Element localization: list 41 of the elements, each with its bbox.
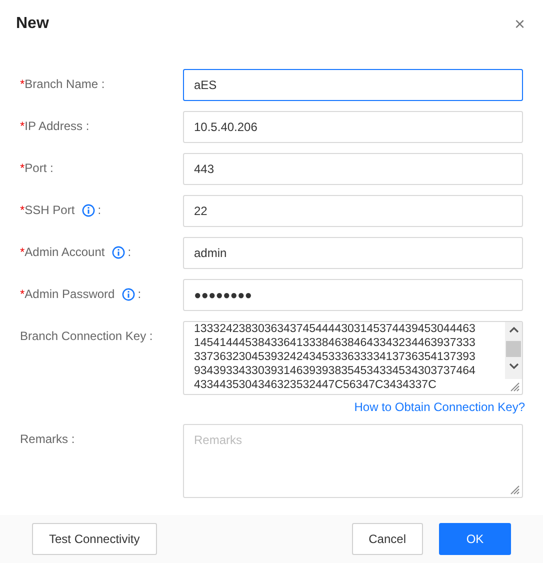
text-field[interactable]: 443 (183, 153, 523, 185)
connection-key-field[interactable] (183, 321, 523, 395)
info-icon[interactable] (112, 246, 125, 258)
required-mark: * (20, 202, 25, 219)
resize-handle-icon[interactable] (508, 380, 520, 392)
field-label: Remarks : (20, 431, 75, 448)
required-mark: * (20, 76, 25, 93)
primary-button[interactable]: OK (439, 523, 511, 555)
key-text: 13332423830363437454444303145374439453044463 14541444538433641333846384643343234463937333 33736323045393242434533363333413736354137393 93439334330393146393938354534334534303737464 4334435304346323532447C56347C3434337C (194, 322, 476, 392)
scroll-down-icon[interactable] (508, 362, 518, 370)
info-icon[interactable] (82, 204, 95, 216)
resize-handle-icon[interactable] (508, 483, 520, 495)
field-label: Port : (24, 160, 54, 177)
label-colon: : (98, 202, 102, 219)
field-label: SSH Port (24, 202, 75, 219)
close-button[interactable]: × (514, 15, 525, 33)
dialog-title: New (16, 14, 49, 34)
label-colon: : (138, 286, 142, 303)
help-link[interactable]: How to Obtain Connection Key? (354, 398, 525, 416)
text-field[interactable]: admin (183, 237, 523, 269)
field-label: Branch Connection Key : (20, 328, 153, 345)
field-label: Admin Account (24, 244, 105, 261)
secondary-button[interactable]: Test Connectivity (32, 523, 157, 555)
field-label: Admin Password (24, 286, 115, 303)
text-field[interactable]: 22 (183, 195, 523, 227)
text-field[interactable]: 10.5.40.206 (183, 111, 523, 143)
scroll-up-icon[interactable] (508, 326, 518, 334)
required-mark: * (20, 160, 25, 177)
required-mark: * (20, 118, 25, 135)
required-mark: * (20, 286, 25, 303)
field-label: IP Address : (24, 118, 90, 135)
info-icon[interactable] (122, 288, 135, 300)
text-field[interactable]: aES (183, 69, 523, 101)
text-field[interactable]: ●●●●●●●● (183, 279, 523, 311)
scroll-thumb[interactable] (506, 341, 521, 357)
placeholder-text: Remarks (194, 432, 242, 449)
label-colon: : (128, 244, 132, 261)
secondary-button[interactable]: Cancel (352, 523, 423, 555)
scrollbar[interactable] (505, 322, 522, 379)
field-label: Branch Name : (24, 76, 105, 93)
required-mark: * (20, 244, 25, 261)
